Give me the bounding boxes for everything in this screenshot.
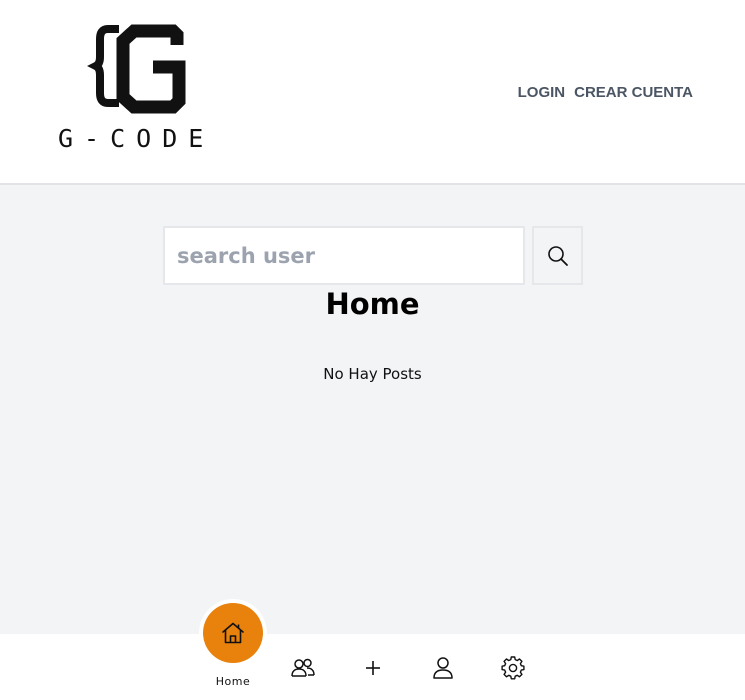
g-code-logo[interactable]: G-CODE (58, 20, 224, 155)
nav-item-create[interactable] (353, 648, 393, 688)
nav-item-friends[interactable] (283, 648, 323, 688)
nav-item-profile[interactable] (423, 648, 463, 688)
user-icon (433, 657, 453, 679)
gear-icon (501, 656, 525, 680)
nav-item-settings[interactable] (493, 648, 533, 688)
nav-home-label: Home (215, 675, 251, 688)
plus-icon (366, 661, 380, 675)
empty-posts-message: No Hay Posts (323, 365, 422, 383)
login-link[interactable]: LOGIN (518, 84, 566, 101)
top-nav: LOGIN CREAR CUENTA (518, 84, 693, 101)
logo-mark-icon (87, 24, 186, 114)
search-button[interactable] (532, 226, 583, 285)
nav-item-home[interactable] (199, 599, 267, 667)
home-active-indicator[interactable] (203, 603, 263, 663)
page-title: Home (325, 287, 420, 321)
users-icon (291, 658, 315, 677)
logo-wordmark: G-CODE (58, 124, 215, 153)
home-icon (222, 622, 244, 644)
top-header: G-CODE LOGIN CREAR CUENTA (0, 0, 745, 185)
register-link[interactable]: CREAR CUENTA (574, 84, 693, 101)
bottom-nav (0, 634, 745, 700)
search-input[interactable] (163, 226, 525, 285)
search-icon (547, 245, 568, 266)
